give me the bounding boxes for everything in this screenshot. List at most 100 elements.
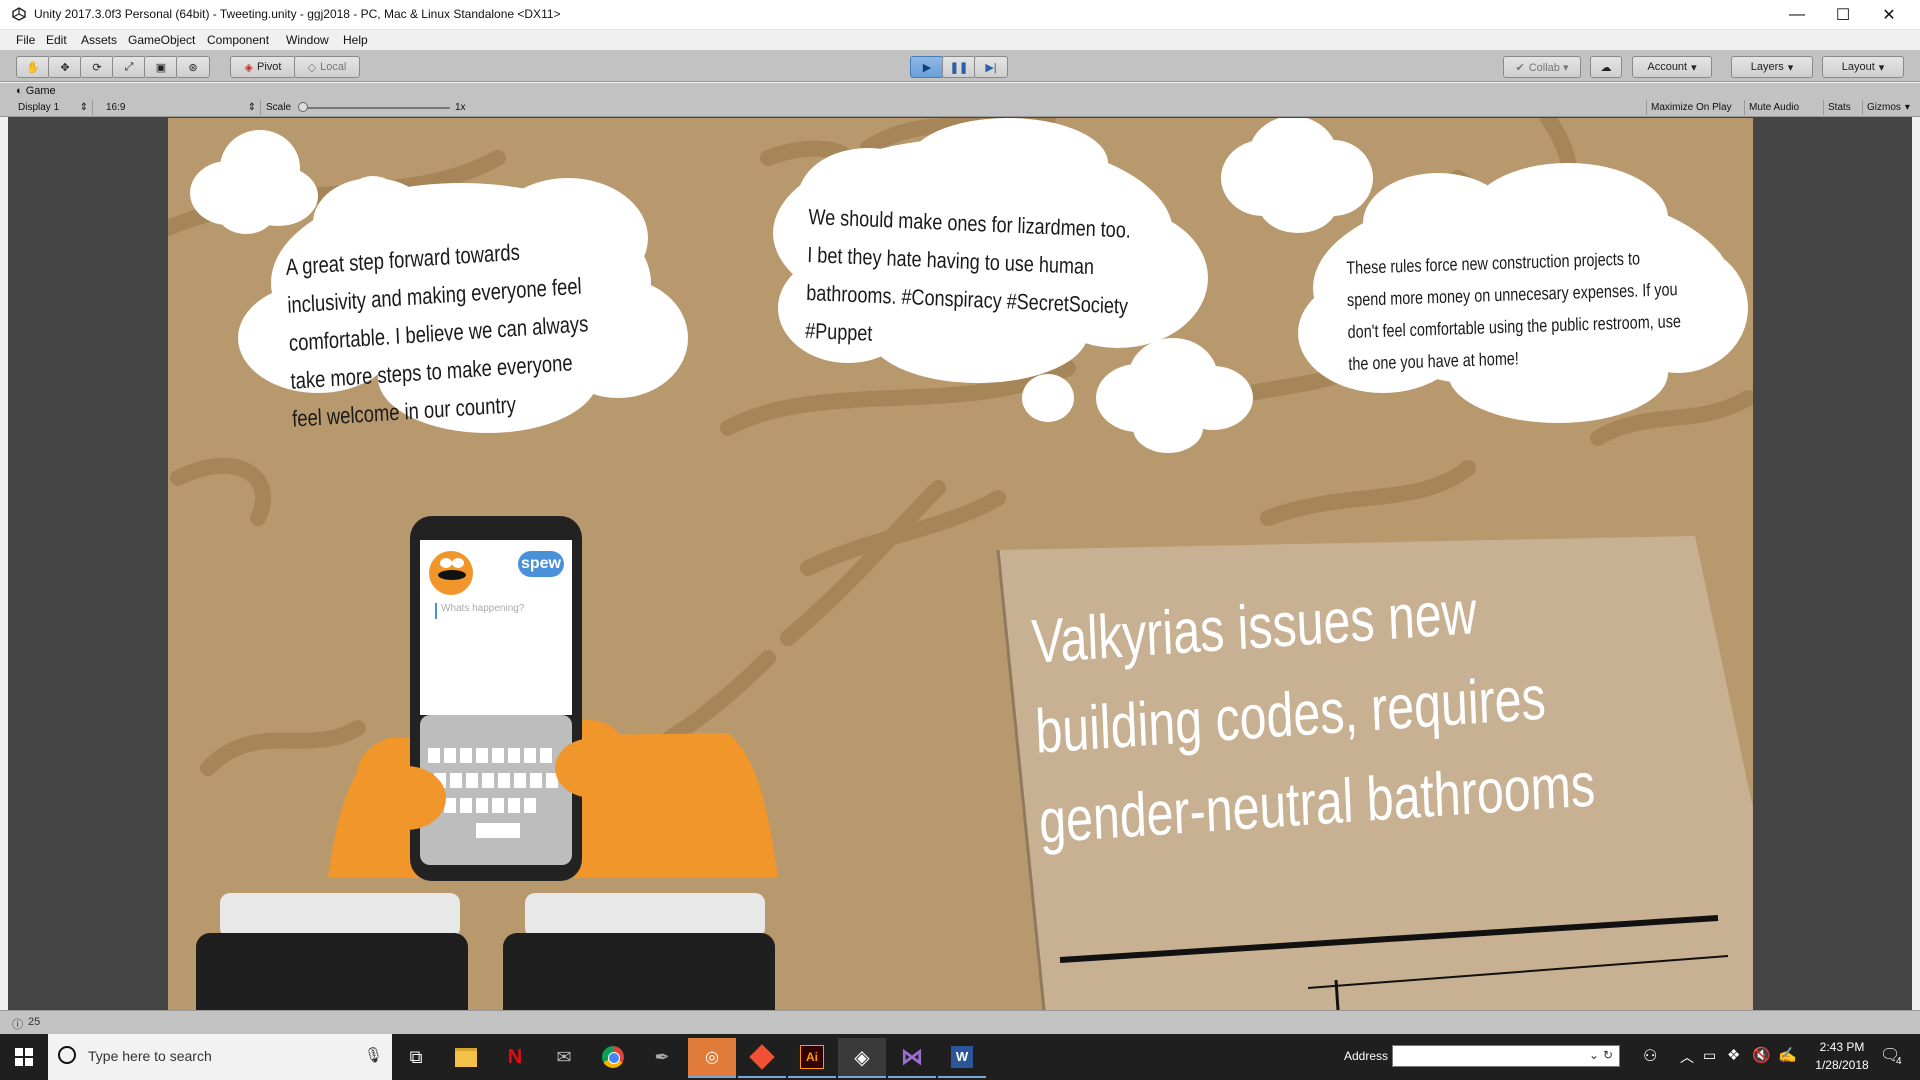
refresh-icon[interactable]: ↻: [1603, 1048, 1613, 1062]
visual-studio-icon[interactable]: ⋈: [888, 1038, 936, 1078]
notes-app-icon[interactable]: ✉: [540, 1038, 588, 1076]
aspect-dropdown[interactable]: 16:9 ⇕: [100, 100, 261, 115]
clock-time[interactable]: 2:43 PM: [1812, 1040, 1872, 1054]
taskbar-search-box[interactable]: Type here to search 🎙: [48, 1034, 392, 1080]
rotate-tool-button[interactable]: ⟳: [80, 56, 114, 78]
menu-help[interactable]: Help: [343, 33, 368, 47]
menu-component[interactable]: Component: [207, 33, 269, 47]
chevron-down-icon[interactable]: ⌄: [1589, 1048, 1599, 1062]
status-bar: ⓘ 25: [0, 1010, 1920, 1034]
scale-label: Scale: [266, 102, 292, 113]
discord-icon[interactable]: ◎: [688, 1038, 736, 1078]
microphone-icon[interactable]: 🎙: [364, 1046, 383, 1064]
notification-count: 4: [1896, 1056, 1902, 1067]
scale-tool-button[interactable]: ⤢: [112, 56, 146, 78]
local-toggle[interactable]: ◇ Local: [294, 56, 360, 78]
left-thumb: [366, 766, 446, 830]
tweet-3: These rules force new construction proje…: [1346, 248, 1682, 374]
menu-file[interactable]: File: [16, 33, 35, 47]
scale-slider[interactable]: [298, 102, 450, 112]
right-thumb: [555, 738, 631, 798]
hand-tool-button[interactable]: ✋: [16, 56, 50, 78]
sign-post: [1334, 979, 1340, 1010]
step-icon: ▶|: [985, 61, 997, 74]
mute-audio-toggle[interactable]: Mute Audio: [1744, 100, 1803, 115]
start-button[interactable]: [0, 1038, 48, 1076]
unity-icon: [12, 7, 26, 21]
right-leg: [503, 933, 775, 1010]
unity-taskbar-icon[interactable]: ◈: [838, 1038, 886, 1078]
battery-icon[interactable]: ▭: [1703, 1047, 1716, 1064]
cloud-icon: ☁: [1600, 61, 1612, 74]
layout-dropdown[interactable]: Layout ▾: [1822, 56, 1904, 78]
chrome-icon[interactable]: [589, 1038, 637, 1076]
play-button[interactable]: ▶: [910, 56, 944, 78]
left-knee: [220, 893, 460, 938]
transform-tool-button[interactable]: ⊛: [176, 56, 210, 78]
word-icon[interactable]: W: [938, 1038, 986, 1078]
collab-dropdown[interactable]: ✔ Collab ▾: [1503, 56, 1581, 78]
address-label: Address: [1344, 1049, 1389, 1063]
transform-icon: ⊛: [188, 61, 198, 74]
maximize-on-play-toggle[interactable]: Maximize On Play: [1646, 100, 1736, 115]
game-tab[interactable]: ◐ Game: [16, 85, 56, 97]
chevron-down-icon: ▾: [1878, 61, 1885, 74]
maximize-button[interactable]: ☐: [1820, 0, 1866, 30]
console-warning-icon: ⓘ: [12, 1019, 23, 1031]
rect-tool-button[interactable]: ▣: [144, 56, 178, 78]
compose-input[interactable]: Whats happening?: [435, 603, 565, 619]
game-view[interactable]: A great step forward towards inclusivity…: [168, 118, 1753, 1010]
move-tool-button[interactable]: ✥: [48, 56, 82, 78]
cortana-icon: [58, 1046, 76, 1064]
pivot-toggle[interactable]: ◈ Pivot: [230, 56, 296, 78]
menu-gameobject[interactable]: GameObject: [128, 33, 195, 47]
task-view-button[interactable]: ⧉: [392, 1038, 440, 1076]
news-headline: Valkyrias issues new building codes, req…: [1030, 578, 1597, 857]
scale-icon: ⤢: [124, 60, 134, 73]
scale-slider-thumb[interactable]: [298, 102, 308, 112]
pen-app-icon[interactable]: ✒: [638, 1038, 686, 1076]
game-panel-header: ◐ Game Display 1 ⇕ 16:9 ⇕ Scale 1x Maximiz…: [0, 83, 1920, 117]
menu-edit[interactable]: Edit: [46, 33, 67, 47]
move-icon: ✥: [60, 61, 70, 74]
hand-icon: ✋: [26, 61, 40, 74]
pause-icon: ❚❚: [949, 61, 969, 74]
dropbox-icon[interactable]: ❖: [1727, 1046, 1740, 1064]
git-icon[interactable]: [738, 1038, 786, 1078]
netflix-icon[interactable]: N: [491, 1038, 539, 1076]
spew-button[interactable]: spew: [518, 551, 564, 577]
step-button[interactable]: ▶|: [974, 56, 1008, 78]
address-bar-input[interactable]: ⌄ ↻: [1392, 1045, 1620, 1067]
people-icon[interactable]: ⚇: [1643, 1046, 1657, 1066]
tweet-1: A great step forward towards inclusivity…: [285, 238, 589, 432]
account-dropdown[interactable]: Account ▾: [1632, 56, 1712, 78]
minimize-button[interactable]: —: [1774, 0, 1820, 30]
windows-logo-icon: [15, 1048, 33, 1066]
stats-toggle[interactable]: Stats: [1823, 100, 1855, 115]
pause-button[interactable]: ❚❚: [942, 56, 976, 78]
close-button[interactable]: ✕: [1866, 0, 1912, 30]
rect-icon: ▣: [155, 61, 167, 74]
window-title: Unity 2017.3.0f3 Personal (64bit) - Twee…: [34, 7, 561, 21]
pen-workspace-icon[interactable]: ✍: [1778, 1046, 1797, 1064]
chevron-up-icon[interactable]: ︿: [1680, 1047, 1694, 1067]
layers-dropdown[interactable]: Layers ▾: [1731, 56, 1813, 78]
tweet-2: We should make ones for lizardmen too. I…: [804, 203, 1132, 346]
cloud-button[interactable]: ☁: [1590, 56, 1622, 78]
console-count: 25: [28, 1016, 41, 1028]
clock-date[interactable]: 1/28/2018: [1806, 1058, 1878, 1072]
display-dropdown[interactable]: Display 1 ⇕: [14, 100, 93, 115]
menu-bar: File Edit Assets GameObject Component Wi…: [0, 30, 1920, 50]
game-tab-icon: ◐: [16, 85, 26, 97]
windows-taskbar: Type here to search 🎙 ⧉ N ✉ ✒ ◎ Ai ◈ ⋈ W…: [0, 1034, 1920, 1080]
menu-window[interactable]: Window: [286, 33, 329, 47]
chevron-updown-icon: ⇕: [79, 102, 88, 113]
volume-muted-icon[interactable]: 🔇: [1752, 1046, 1771, 1064]
gizmos-dropdown[interactable]: Gizmos ▾: [1862, 100, 1914, 115]
chevron-down-icon: ▾: [1787, 61, 1794, 74]
menu-assets[interactable]: Assets: [81, 33, 117, 47]
chevron-down-icon: ▾: [1691, 61, 1697, 74]
rotate-icon: ⟳: [92, 61, 102, 74]
illustrator-icon[interactable]: Ai: [788, 1038, 836, 1078]
file-explorer-icon[interactable]: [442, 1038, 490, 1076]
